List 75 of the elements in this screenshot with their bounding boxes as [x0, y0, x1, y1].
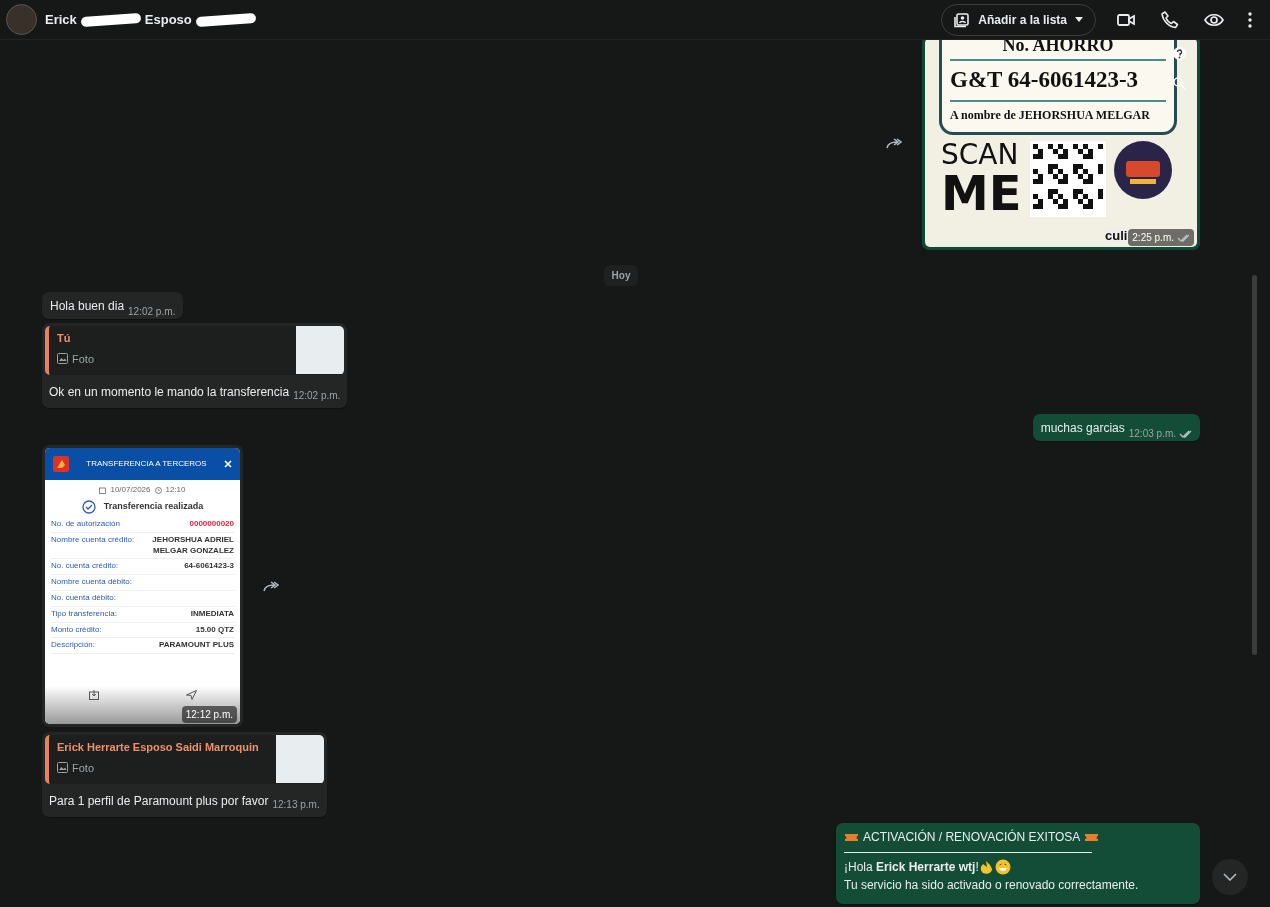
- receipt-label: Monto crédito:: [51, 624, 102, 636]
- bank-logo-icon: [53, 456, 69, 472]
- message-time: 12:03 p.m.: [1128, 428, 1176, 439]
- call-icon: [1160, 9, 1180, 30]
- ticket-icon: [1084, 832, 1100, 842]
- check-circle-icon: [81, 500, 96, 514]
- clock-icon: [154, 486, 162, 494]
- message-text: Para 1 perfil de Paramount plus por favor: [49, 793, 269, 810]
- receipt-label: Tipo transferencia:: [51, 608, 117, 620]
- caret-icon: [1075, 17, 1083, 22]
- close-icon: [224, 460, 232, 468]
- redaction-scribble: [80, 12, 142, 27]
- scroll-down-button[interactable]: [1212, 859, 1248, 895]
- receipt-value: 15.00 QTZ: [195, 624, 234, 636]
- message-time: 12:02 p.m.: [293, 390, 341, 401]
- receipt-value: INMEDIATA: [190, 608, 234, 620]
- message-text: Hola buen dia: [50, 299, 125, 313]
- poster-text: G&T 64-6061423-3: [950, 59, 1166, 102]
- ticket-icon: [844, 832, 859, 842]
- poster-text: SCAN: [941, 140, 1020, 169]
- menu-icon: [1248, 11, 1252, 28]
- grinning-face-icon: [994, 859, 1011, 875]
- receipt-value: JEHORSHUA ADRIEL MELGAR GONZALEZ: [152, 534, 234, 557]
- waving-hand-icon: [978, 859, 995, 875]
- quoted-message[interactable]: Tú Foto: [45, 326, 345, 375]
- quote-author: Tú: [57, 331, 72, 346]
- message-time: 12:02 p.m.: [128, 306, 176, 317]
- receipt-value: PARAMOUNT PLUS: [159, 640, 234, 652]
- search-icon: [1173, 77, 1186, 90]
- image-thumbnail: [296, 326, 345, 374]
- scrollbar[interactable]: [1252, 275, 1257, 655]
- receipt-label: Nombre cuenta débito:: [51, 577, 132, 588]
- media-label: Foto: [72, 760, 94, 776]
- round-logo-drawing: [1113, 140, 1172, 199]
- message-text: Ok en un momento le mando la transferencia: [49, 384, 290, 401]
- contact-name: Erick: [45, 10, 77, 29]
- message-time: 12:13 p.m.: [272, 799, 320, 810]
- quote-author: Erick Herrarte Esposo Saidi Marroquin: [57, 740, 259, 755]
- receipt-value: 0000000020: [189, 519, 234, 530]
- receipt-label: No. cuenta crédito:: [51, 561, 119, 573]
- message-title: ACTIVACIÓN / RENOVACIÓN EXITOSA: [863, 828, 1081, 846]
- receipt-title: TRANSFERENCIA A TERCEROS: [86, 458, 207, 470]
- message-text: Tu servicio ha sido activado o renovado correctamente.: [844, 877, 1140, 894]
- contact-card-icon: [954, 11, 971, 28]
- receipt-label: No. cuenta débito:: [51, 593, 116, 604]
- date-chip: Hoy: [603, 265, 639, 286]
- receipt-status: Transferencia realizada: [103, 500, 204, 514]
- contact-name: Esposo: [144, 10, 192, 29]
- chevron-down-icon: [1223, 873, 1237, 881]
- message-text: ¡Hola Erick Herrarte wtj!: [844, 859, 979, 876]
- image-icon: [57, 762, 68, 774]
- message-text: muchas garcias: [1040, 421, 1125, 435]
- send-icon: [185, 690, 197, 700]
- message-time: 2:25 p.m.: [1132, 232, 1174, 243]
- receipt-date: 10/07/2026: [110, 484, 151, 496]
- calendar-icon: [99, 486, 107, 494]
- receipt-label: Descripción:: [51, 640, 95, 652]
- image-icon: [57, 353, 68, 365]
- receipt-time: 12:10: [165, 484, 186, 496]
- help-icon: [1173, 47, 1186, 60]
- quoted-message[interactable]: Erick Herrarte Esposo Saidi Marroquin Foto: [45, 735, 324, 784]
- receipt-label: No. de autorización: [51, 519, 120, 530]
- download-icon: [88, 690, 99, 700]
- forward-icon: [263, 580, 279, 592]
- poster-text: ME: [941, 168, 1022, 217]
- media-label: Foto: [72, 351, 94, 367]
- forward-icon: [886, 136, 902, 149]
- receipt-label: Nombre cuenta crédito:: [51, 534, 135, 546]
- redaction-scribble: [195, 12, 257, 27]
- image-thumbnail: [275, 735, 324, 783]
- poster-text: A nombre de JEHORSHUA MELGAR: [950, 106, 1151, 124]
- poster-text: culi: [1105, 228, 1128, 243]
- receipt-value: 64-6061423-3: [184, 561, 234, 573]
- message-time: 12:12 p.m.: [185, 709, 233, 720]
- image-message[interactable]: [42, 445, 243, 727]
